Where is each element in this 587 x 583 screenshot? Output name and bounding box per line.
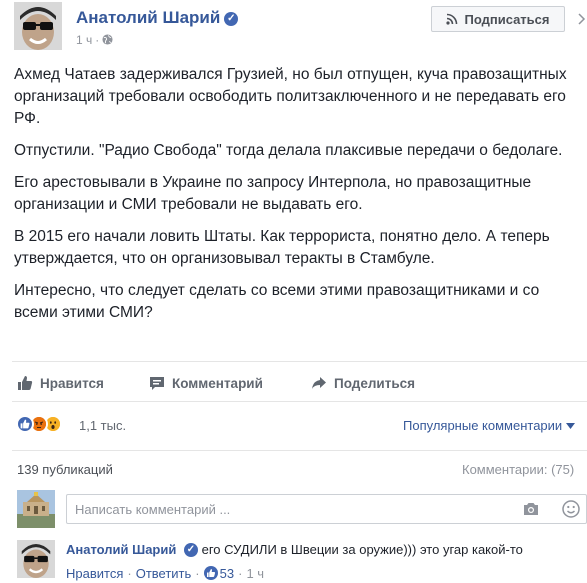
user-avatar[interactable] [17, 490, 55, 528]
post-actions: Нравится Комментарий Поделиться [0, 370, 587, 396]
counts-row: 139 публикаций Комментарии: (75) [0, 460, 587, 480]
author-name[interactable]: Анатолий Шарий ✓ [76, 8, 239, 28]
divider [12, 450, 587, 451]
commenter-name[interactable]: Анатолий Шарий [66, 542, 176, 557]
author-avatar[interactable] [14, 2, 62, 50]
thumbs-up-icon [18, 376, 33, 390]
caret-down-icon [565, 423, 575, 429]
comment-button[interactable]: Комментарий [149, 370, 263, 396]
comment-likes-count[interactable]: 53 [220, 566, 234, 581]
post-paragraph: Интересно, что следует сделать со всеми … [14, 282, 540, 321]
subscribe-button[interactable]: Подписаться [431, 6, 565, 32]
globe-icon [102, 34, 113, 45]
comment-like-link[interactable]: Нравится [66, 566, 123, 581]
rss-icon [446, 13, 458, 25]
options-chevron-icon[interactable] [577, 8, 587, 30]
subscribe-label: Подписаться [464, 11, 550, 27]
comment-meta: Нравится · Ответить · 53 · 1 ч [66, 566, 264, 581]
reaction-icons[interactable] [16, 415, 62, 433]
comment-item: Анатолий Шарий ✓ его СУДИЛИ в Швеции за … [0, 536, 587, 583]
comment-input[interactable] [66, 494, 587, 524]
post-paragraph: Отпустили. "Радио Свобода" тогда делала … [14, 142, 563, 159]
post-time[interactable]: 1 ч [76, 33, 92, 47]
comment-time[interactable]: 1 ч [246, 566, 264, 581]
publications-count[interactable]: 139 публикаций [17, 462, 113, 477]
comment-reply-link[interactable]: Ответить [136, 566, 192, 581]
meta-separator: · [238, 566, 243, 581]
meta-separator: · [127, 566, 132, 581]
post-paragraph: Ахмед Чатаев задерживался Грузией, но бы… [14, 66, 567, 127]
comment-line: Анатолий Шарий ✓ его СУДИЛИ в Швеции за … [66, 542, 523, 557]
reactions-summary: 1,1 тыс. Популярные комментарии [0, 410, 587, 440]
meta-separator: · [195, 566, 200, 581]
share-button[interactable]: Поделиться [311, 370, 415, 396]
share-icon [312, 377, 326, 389]
comment-sort-dropdown[interactable]: Популярные комментарии [403, 418, 575, 433]
divider [12, 401, 587, 402]
post-paragraph: В 2015 его начали ловить Штаты. Как терр… [14, 228, 550, 267]
like-reaction-icon [203, 566, 218, 580]
post-header: Анатолий Шарий ✓ 1 ч · Подписаться [0, 0, 587, 62]
divider [12, 361, 587, 362]
like-label: Нравится [40, 375, 104, 391]
comment-text: его СУДИЛИ в Швеции за оружие))) это уга… [201, 542, 523, 557]
like-button[interactable]: Нравится [17, 370, 104, 396]
author-name-text[interactable]: Анатолий Шарий [76, 8, 220, 27]
post-paragraph: Его арестовывали в Украине по запросу Ин… [14, 174, 532, 213]
share-label: Поделиться [334, 375, 416, 391]
post-text: Ахмед Чатаев задерживался Грузией, но бы… [14, 64, 587, 334]
camera-icon[interactable] [523, 502, 539, 516]
post-meta: 1 ч · [76, 33, 113, 47]
comment-icon [150, 377, 164, 390]
verified-badge-icon: ✓ [224, 12, 239, 26]
sticker-icon[interactable] [562, 500, 580, 518]
meta-separator: · [95, 33, 100, 47]
commenter-avatar[interactable] [17, 540, 55, 578]
comments-count: Комментарии: (75) [462, 462, 575, 477]
comment-label: Комментарий [172, 375, 263, 391]
comment-sort-label: Популярные комментарии [403, 418, 563, 433]
comment-composer [0, 488, 587, 532]
verified-badge-icon: ✓ [183, 543, 198, 557]
reaction-count[interactable]: 1,1 тыс. [79, 418, 126, 433]
like-reaction-icon [16, 415, 34, 433]
